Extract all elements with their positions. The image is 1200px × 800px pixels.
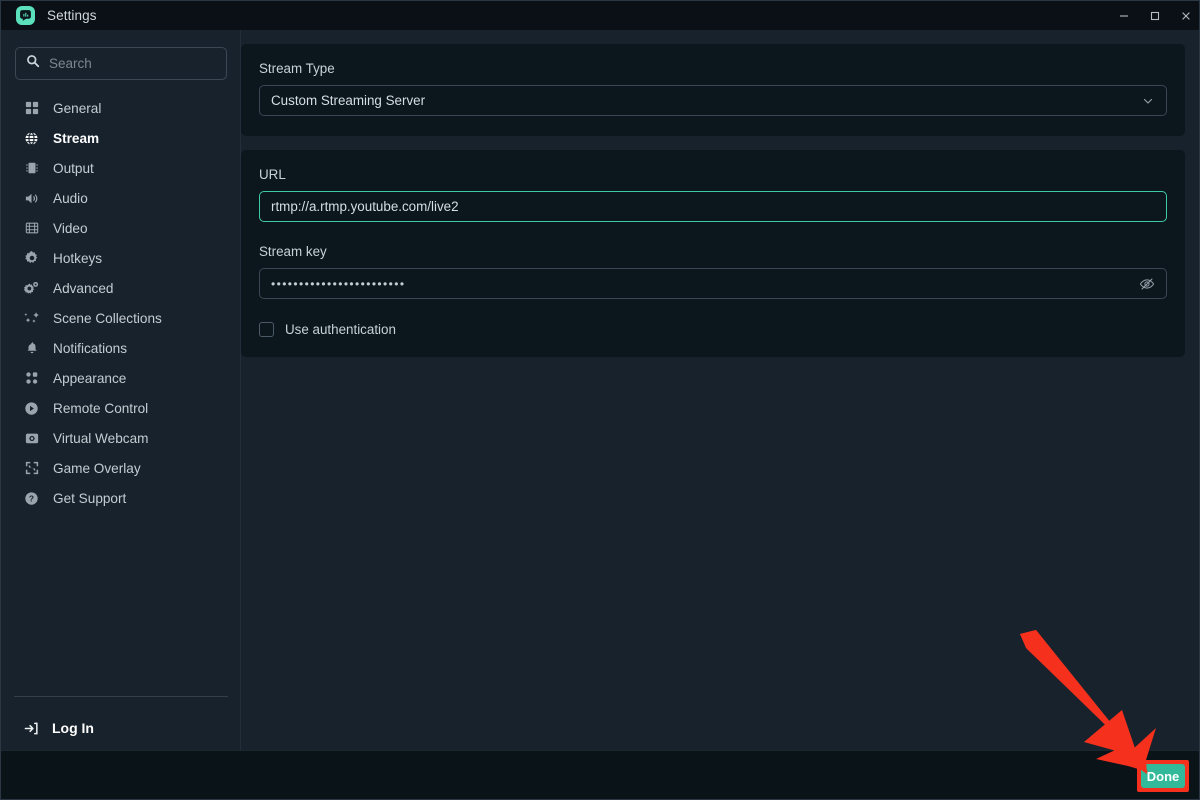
server-settings-card: URL rtmp://a.rtmp.youtube.com/live2 Stre…: [241, 150, 1185, 357]
search-input[interactable]: [49, 56, 226, 71]
streamlabs-logo-icon: [16, 6, 35, 25]
chevron-down-icon[interactable]: [1141, 94, 1155, 108]
sidebar-item-get-support[interactable]: ? Get Support: [1, 483, 240, 513]
sidebar-item-label: Hotkeys: [53, 250, 103, 266]
sidebar-item-label: Appearance: [53, 370, 127, 386]
stream-key-input[interactable]: ••••••••••••••••••••••••: [259, 268, 1167, 299]
login-button[interactable]: Log In: [1, 712, 94, 744]
stream-type-card: Stream Type Custom Streaming Server: [241, 44, 1185, 136]
sidebar-item-general[interactable]: General: [1, 93, 240, 123]
sidebar-item-label: General: [53, 100, 102, 116]
sidebar-item-advanced[interactable]: Advanced: [1, 273, 240, 303]
sidebar: General Stream: [1, 30, 241, 752]
stream-key-value: ••••••••••••••••••••••••: [271, 276, 406, 291]
search-box[interactable]: [15, 47, 227, 80]
eye-slash-icon[interactable]: [1139, 276, 1155, 292]
sidebar-item-virtual-webcam[interactable]: Virtual Webcam: [1, 423, 240, 453]
question-icon: ?: [22, 489, 41, 508]
sidebar-item-remote-control[interactable]: Remote Control: [1, 393, 240, 423]
done-button-highlight: Done: [1137, 760, 1189, 792]
login-arrow-icon: [22, 719, 41, 738]
settings-panel: Stream Type Custom Streaming Server URL …: [241, 30, 1199, 752]
camera-icon: [22, 429, 41, 448]
settings-window: Settings Search General Stream Output Au…: [0, 0, 1200, 800]
window-controls: [1108, 1, 1199, 30]
sidebar-item-scene-collections[interactable]: Scene Collections: [1, 303, 240, 333]
sidebar-item-label: Audio: [53, 190, 88, 206]
search-icon: [26, 54, 40, 73]
close-icon[interactable]: [1170, 1, 1199, 30]
sidebar-item-appearance[interactable]: Appearance: [1, 363, 240, 393]
sidebar-item-game-overlay[interactable]: Game Overlay: [1, 453, 240, 483]
bell-icon: [22, 339, 41, 358]
stream-type-select[interactable]: Custom Streaming Server: [259, 85, 1167, 116]
url-input[interactable]: rtmp://a.rtmp.youtube.com/live2: [259, 191, 1167, 222]
use-authentication-label: Use authentication: [285, 322, 396, 337]
sidebar-item-label: Remote Control: [53, 400, 149, 416]
sidebar-item-label: Notifications: [53, 340, 128, 356]
window-title: Settings: [47, 8, 97, 23]
sidebar-item-label: Stream: [53, 130, 100, 146]
grid-icon: [22, 99, 41, 118]
film-icon: [22, 219, 41, 238]
sidebar-item-label: Scene Collections: [53, 310, 162, 326]
sidebar-item-video[interactable]: Video: [1, 213, 240, 243]
sidebar-item-label: Get Support: [53, 490, 127, 506]
sidebar-item-label: Game Overlay: [53, 460, 141, 476]
sidebar-item-notifications[interactable]: Notifications: [1, 333, 240, 363]
gear-icon: [22, 249, 41, 268]
footer-bar: Done: [1, 750, 1199, 799]
maximize-icon[interactable]: [1139, 1, 1170, 30]
url-label: URL: [259, 167, 286, 182]
svg-text:?: ?: [29, 493, 34, 503]
sidebar-item-label: Advanced: [53, 280, 114, 296]
gears-icon: [22, 279, 41, 298]
sidebar-item-label: Video: [53, 220, 88, 236]
sidebar-item-label: Output: [53, 160, 94, 176]
sidebar-item-audio[interactable]: Audio: [1, 183, 240, 213]
title-bar: Settings: [1, 1, 1199, 30]
use-authentication-checkbox[interactable]: [259, 322, 274, 337]
done-button[interactable]: Done: [1141, 764, 1185, 788]
window-content: General Stream: [1, 30, 1199, 752]
stream-key-label: Stream key: [259, 244, 327, 259]
globe-icon: [22, 129, 41, 148]
sidebar-nav: General Stream Output Audio Video Hotkey…: [1, 93, 240, 513]
url-value: rtmp://a.rtmp.youtube.com/live2: [271, 199, 459, 214]
expand-icon: [22, 459, 41, 478]
sidebar-item-label: Virtual Webcam: [53, 430, 149, 446]
sidebar-item-stream[interactable]: Stream: [1, 123, 240, 153]
dots-grid-icon: [22, 369, 41, 388]
sidebar-divider: [14, 696, 228, 697]
sparkle-icon: [22, 309, 41, 328]
stream-type-label: Stream Type: [259, 61, 335, 76]
login-label: Log In: [52, 720, 94, 736]
stream-type-value: Custom Streaming Server: [271, 93, 426, 108]
sidebar-item-output[interactable]: Output: [1, 153, 240, 183]
chip-icon: [22, 159, 41, 178]
sidebar-item-hotkeys[interactable]: Hotkeys: [1, 243, 240, 273]
play-circle-icon: [22, 399, 41, 418]
use-authentication-row[interactable]: Use authentication: [259, 322, 1167, 337]
minimize-icon[interactable]: [1108, 1, 1139, 30]
speaker-icon: [22, 189, 41, 208]
